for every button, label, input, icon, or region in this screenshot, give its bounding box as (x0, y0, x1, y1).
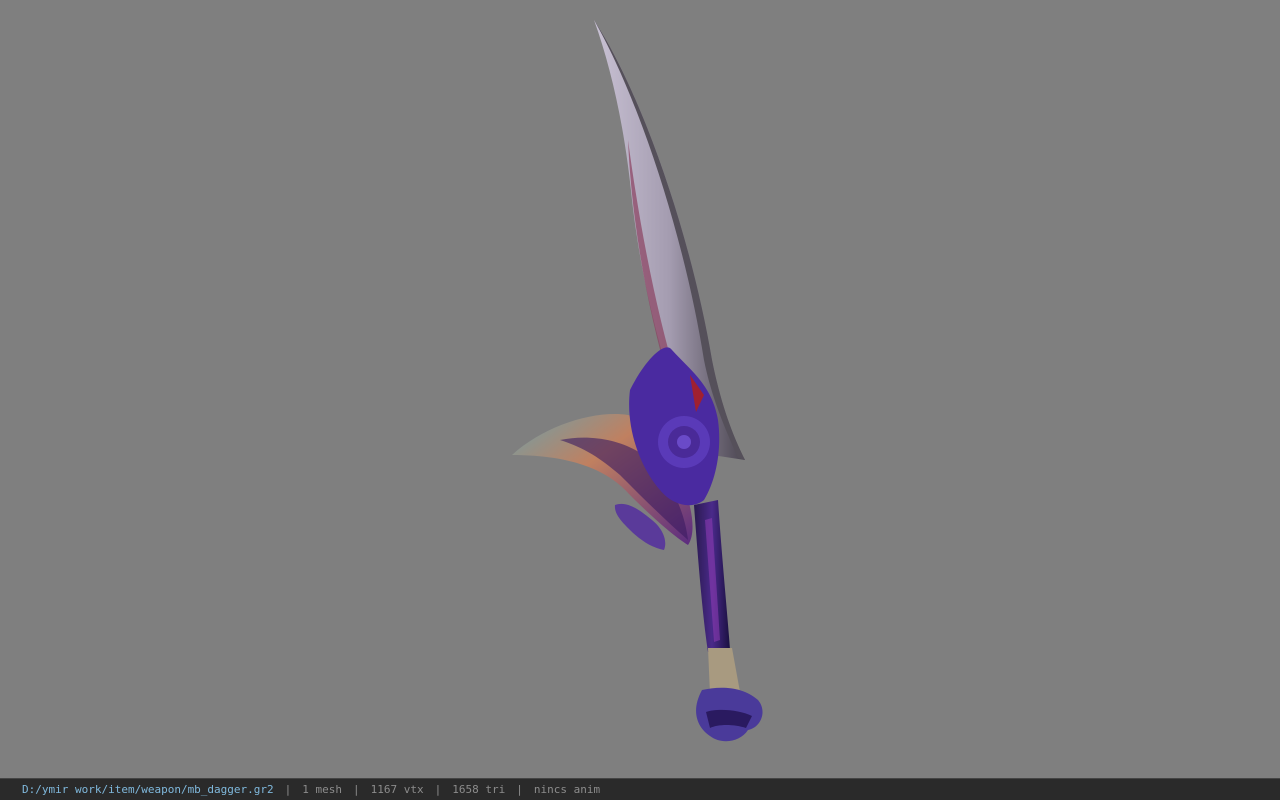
status-bar: D:/ymir work/item/weapon/mb_dagger.gr2 | 1… (0, 778, 1280, 800)
separator: | (284, 783, 292, 796)
separator: | (516, 783, 523, 796)
file-path: D:/ymir work/item/weapon/mb_dagger.gr2 (22, 783, 274, 796)
3d-viewport[interactable] (0, 0, 1280, 778)
animation-status: nincs anim (533, 783, 601, 796)
triangle-count: 1658 tri (452, 783, 506, 796)
mesh-count: 1 mesh (302, 783, 343, 796)
separator: | (434, 783, 442, 796)
dagger-model-render (512, 20, 763, 742)
pommel-collar (708, 648, 740, 694)
vertex-count: 1167 vtx (370, 783, 424, 796)
separator: | (353, 783, 360, 796)
